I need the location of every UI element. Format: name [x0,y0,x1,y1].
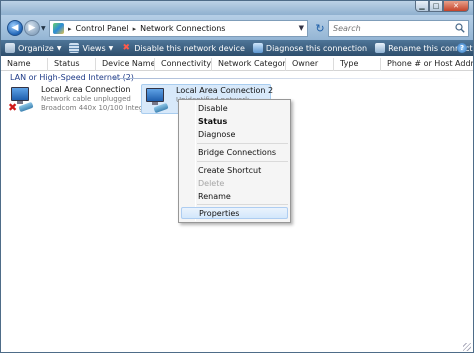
back-button[interactable]: ◀ [7,20,23,36]
refresh-button[interactable]: ↻ [313,20,327,37]
resize-grip[interactable] [463,343,471,351]
menu-item-bridge-connections[interactable]: Bridge Connections [198,147,276,158]
status-area [1,341,473,352]
menu-separator [197,204,288,205]
address-dropdown-icon[interactable]: ▼ [299,24,304,32]
recent-pages-dropdown[interactable]: ▼ [41,25,46,32]
maximize-icon: □ [432,1,440,10]
forward-arrow-icon: ▶ [28,22,36,33]
column-header-network-category[interactable]: Network Category [212,58,286,71]
menu-item-status[interactable]: Status [198,116,227,127]
back-arrow-icon: ◀ [11,22,19,33]
diagnose-connection-label: Diagnose this connection [265,43,368,53]
search-icon[interactable] [455,23,465,33]
diagnose-connection-button[interactable]: Diagnose this connection [249,40,371,56]
search-input[interactable] [333,24,451,33]
column-header-name[interactable]: Name [1,58,48,71]
close-button[interactable]: ✕ [443,1,469,12]
disable-device-button[interactable]: ✖ Disable this network device [117,40,249,56]
menu-separator [197,143,288,144]
views-label: Views [82,43,106,53]
organize-label: Organize [18,43,54,53]
diagnose-icon [252,43,263,53]
disable-icon: ✖ [122,43,131,53]
column-header-connectivity[interactable]: Connectivity [155,58,212,71]
connection-status: Network cable unplugged [41,95,131,103]
connection-name: Local Area Connection [41,85,131,94]
minimize-button[interactable]: ▁ [415,1,429,12]
chevron-down-icon: ▼ [108,44,114,52]
menu-item-properties[interactable]: Properties [181,207,288,219]
breadcrumb-network-connections[interactable]: Network Connections [140,24,225,33]
forward-button[interactable]: ▶ [24,20,40,36]
connection-name: Local Area Connection 2 [176,86,274,95]
network-connections-window: ▁ □ ✕ ◀ ▶ ▼ ▸ Control Panel ▸ Network Co… [0,0,474,353]
menu-item-create-shortcut[interactable]: Create Shortcut [198,165,261,176]
control-panel-icon [53,23,64,34]
breadcrumb-separator[interactable]: ▸ [133,25,137,33]
views-icon [69,43,80,53]
group-divider [114,78,469,79]
breadcrumb-control-panel[interactable]: Control Panel [76,24,129,33]
column-header-owner[interactable]: Owner [286,58,334,71]
connection-item-local-area-connection[interactable]: ✖ Local Area Connection Network cable un… [7,84,150,116]
minimize-icon: ▁ [419,1,425,10]
connection-device: Broadcom 440x 10/100 Integ... [41,104,150,112]
column-headers: Name Status Device Name Connectivity Net… [1,58,473,71]
refresh-icon: ↻ [315,22,325,35]
menu-item-rename[interactable]: Rename [198,191,231,202]
column-header-device-name[interactable]: Device Name [96,58,155,71]
address-row: ◀ ▶ ▼ ▸ Control Panel ▸ Network Connecti… [1,15,473,40]
menu-item-delete[interactable]: Delete [198,178,224,189]
close-icon: ✕ [453,1,459,10]
column-header-type[interactable]: Type [334,58,381,71]
search-box[interactable] [328,20,469,37]
help-icon[interactable]: ? [457,43,467,53]
views-button[interactable]: Views ▼ [65,40,117,56]
network-adapter-icon [142,85,172,115]
address-bar[interactable]: ▸ Control Panel ▸ Network Connections ▼ [49,20,308,37]
network-adapter-icon: ✖ [7,84,37,114]
disconnected-x-icon: ✖ [8,101,18,114]
menu-item-disable[interactable]: Disable [198,103,228,114]
column-header-status[interactable]: Status [48,58,96,71]
caption-buttons: ▁ □ ✕ [415,1,469,12]
rename-icon [375,43,386,53]
organize-button[interactable]: Organize ▼ [1,40,65,56]
column-header-phone-host[interactable]: Phone # or Host Addre [381,58,473,71]
command-bar: Organize ▼ Views ▼ ✖ Disable this networ… [1,40,473,56]
breadcrumb-separator[interactable]: ▸ [68,25,72,33]
menu-item-diagnose[interactable]: Diagnose [198,129,235,140]
maximize-button[interactable]: □ [429,1,443,12]
title-bar[interactable]: ▁ □ ✕ [1,1,473,15]
menu-separator [197,161,288,162]
disable-device-label: Disable this network device [134,43,245,53]
context-menu: Disable Status Diagnose Bridge Connectio… [178,99,291,223]
chevron-down-icon: ▼ [56,44,62,52]
organize-icon [5,43,15,53]
